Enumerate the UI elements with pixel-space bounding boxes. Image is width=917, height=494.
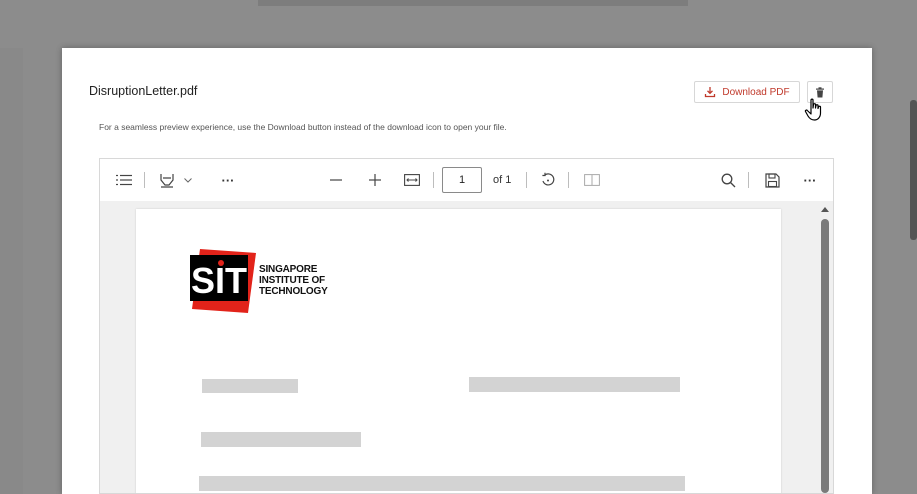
save-button[interactable] [762,171,782,189]
download-icon [705,87,716,98]
scroll-up-arrow[interactable] [821,207,829,212]
search-icon [721,173,735,187]
highlight-dropdown[interactable] [182,171,194,189]
document-area[interactable]: SIT SINGAPORE INSTITUTE OF TECHNOLOGY [100,201,833,493]
book-icon [584,174,600,186]
document-scrollbar[interactable] [818,201,832,493]
zoom-in-button[interactable] [366,171,384,189]
logo-line-2: INSTITUTE OF [259,275,325,286]
toolbar-separator [433,172,434,188]
outline-button[interactable] [115,171,133,189]
chevron-down-icon [184,177,192,183]
fit-width-icon [404,174,420,186]
zoom-out-button[interactable] [327,171,345,189]
redacted-block [199,476,685,491]
file-name: DisruptionLetter.pdf [89,84,198,98]
toolbar-separator [526,172,527,188]
more-icon: ··· [221,172,235,188]
download-pdf-button[interactable]: Download PDF [694,81,800,103]
toolbar-separator [568,172,569,188]
rotate-icon [542,172,555,186]
preview-hint: For a seamless preview experience, use t… [99,122,507,132]
page-number-input[interactable]: 1 [442,167,482,193]
redacted-block [202,379,298,393]
pdf-preview-modal: DisruptionLetter.pdf For a seamless prev… [62,48,872,494]
sit-logo: SIT [190,249,256,313]
more-icon: ··· [803,172,817,188]
pdf-toolbar: ··· 1 of 1 ··· [100,159,833,202]
pdf-viewer: ··· 1 of 1 ··· SIT SINGAPORE INSTITUTE O… [99,158,834,494]
download-pdf-label: Download PDF [722,86,790,98]
hand-cursor-icon [804,98,822,121]
search-button[interactable] [718,171,738,189]
two-page-view-button[interactable] [582,171,602,189]
viewer-more-button[interactable]: ··· [800,171,820,189]
highlight-button[interactable] [157,171,177,189]
minus-icon [330,179,342,181]
logo-line-3: TECHNOLOGY [259,286,328,297]
toolbar-separator [748,172,749,188]
redacted-block [201,432,361,447]
rotate-button[interactable] [538,171,558,189]
logo-line-1: SINGAPORE [259,264,318,275]
trash-icon [816,86,824,97]
save-icon [764,172,780,188]
redacted-block [469,377,680,392]
list-icon [116,174,132,186]
document-scrollbar-thumb[interactable] [821,219,829,493]
fit-width-button[interactable] [402,171,422,189]
plus-icon [369,174,381,186]
page-total: of 1 [493,174,512,186]
more-tools-button[interactable]: ··· [218,171,238,189]
background-top-bar [258,0,688,6]
logo-wordmark: SINGAPORE INSTITUTE OF TECHNOLOGY [259,264,328,297]
pdf-page: SIT SINGAPORE INSTITUTE OF TECHNOLOGY [136,209,781,493]
logo-mark: SIT [191,260,247,301]
toolbar-separator [144,172,145,188]
highlighter-icon [160,174,174,188]
